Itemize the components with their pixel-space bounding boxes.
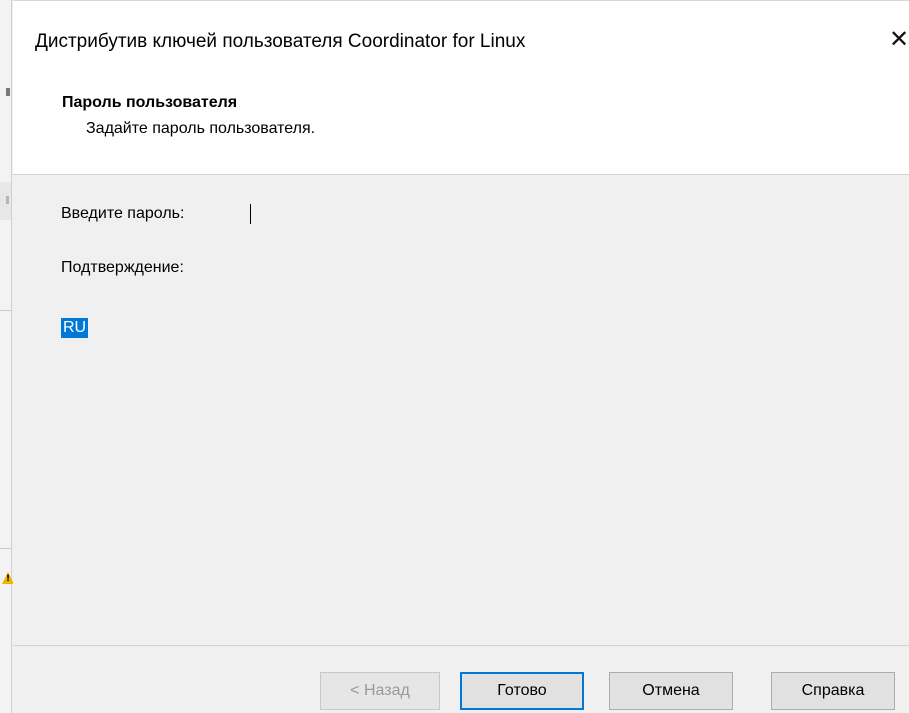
dialog-title: Дистрибутив ключей пользователя Coordina… — [35, 31, 526, 52]
background-window-edge: ! — [0, 0, 14, 713]
finish-button[interactable]: Готово — [460, 672, 584, 710]
background-divider — [0, 548, 11, 549]
text-caret — [250, 204, 251, 224]
background-divider — [0, 310, 11, 311]
key-distribution-dialog: Дистрибутив ключей пользователя Coordina… — [13, 0, 909, 713]
close-icon[interactable]: ✕ — [889, 27, 909, 55]
back-button[interactable]: < Назад — [320, 672, 440, 710]
confirm-label: Подтверждение: — [61, 259, 184, 276]
password-label: Введите пароль: — [61, 205, 185, 222]
cancel-button[interactable]: Отмена — [609, 672, 733, 710]
help-button[interactable]: Справка — [771, 672, 895, 710]
dialog-title-bar: Дистрибутив ключей пользователя Coordina… — [13, 0, 909, 78]
input-language-indicator: RU — [61, 318, 89, 338]
footer-divider — [13, 645, 909, 646]
wizard-header: Пароль пользователя Задайте пароль польз… — [13, 78, 909, 175]
background-text-fragment — [6, 196, 9, 204]
background-text-fragment — [6, 88, 10, 96]
page-title: Пароль пользователя — [62, 94, 238, 111]
page-subtitle: Задайте пароль пользователя. — [86, 120, 316, 137]
warning-icon-mark: ! — [6, 574, 11, 584]
